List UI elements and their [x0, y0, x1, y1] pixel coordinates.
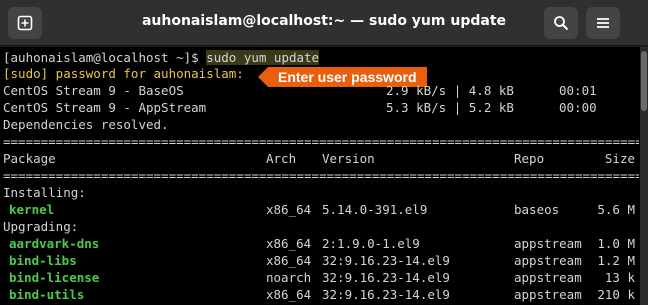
repo-row: CentOS Stream 9 - BaseOS 2.9 kB/s | 4.8 … — [3, 83, 597, 99]
pkg-size: 210 k — [597, 287, 635, 302]
col-version: Version — [322, 151, 375, 166]
title-bar: auhonaislam@localhost:~ — sudo yum updat… — [0, 0, 648, 46]
shell-prompt: [auhonaislam@localhost ~]$ — [3, 50, 207, 65]
pkg-repo: appstream — [514, 253, 582, 268]
pkg-arch: x86_64 — [266, 253, 312, 268]
table-row: kernel x86_64 5.14.0-391.el9 baseos 5.6 … — [3, 202, 639, 218]
close-button[interactable] — [628, 7, 648, 39]
search-icon — [553, 15, 569, 31]
col-repo: Repo — [514, 151, 545, 166]
hamburger-menu-icon — [596, 17, 610, 29]
pkg-arch: x86_64 — [266, 236, 312, 251]
pkg-repo: baseos — [514, 202, 560, 217]
pkg-size: 1.2 M — [597, 253, 635, 268]
table-row: aardvark-dns x86_64 2:1.9.0-1.el9 appstr… — [3, 236, 639, 252]
separator: ========================================… — [3, 134, 639, 149]
repo-time: 00:00 — [559, 100, 597, 115]
pkg-name: kernel — [9, 202, 55, 217]
pkg-version: 32:9.16.23-14.el9 — [322, 270, 450, 285]
pkg-repo: appstream — [514, 270, 582, 285]
pkg-size: 13 k — [604, 270, 635, 285]
table-row: bind-libs x86_64 32:9.16.23-14.el9 appst… — [3, 253, 639, 269]
pkg-version: 2:1.9.0-1.el9 — [322, 236, 420, 251]
col-package: Package — [3, 151, 56, 166]
pkg-version: 5.14.0-391.el9 — [322, 202, 428, 217]
command-line: [auhonaislam@localhost ~]$ sudo yum upda… — [3, 50, 320, 66]
table-row: bind-utils x86_64 32:9.16.23-14.el9 apps… — [3, 287, 639, 303]
sudo-prompt: [sudo] password for auhonaislam: — [3, 66, 244, 81]
repo-name: CentOS Stream 9 - AppStream — [3, 100, 207, 115]
repo-row: CentOS Stream 9 - AppStream 5.3 kB/s | 5… — [3, 100, 597, 116]
repo-name: CentOS Stream 9 - BaseOS — [3, 83, 184, 98]
repo-rate: 2.9 kB/s | 4.8 kB — [386, 83, 514, 98]
pkg-arch: x86_64 — [266, 202, 312, 217]
terminal-output[interactable]: [auhonaislam@localhost ~]$ sudo yum upda… — [0, 47, 640, 305]
pkg-name: bind-license — [9, 270, 100, 285]
pkg-version: 32:9.16.23-14.el9 — [322, 253, 450, 268]
menu-button[interactable] — [586, 7, 620, 39]
scrollbar[interactable] — [640, 47, 648, 305]
pkg-size: 5.6 M — [597, 202, 635, 217]
pkg-version: 32:9.16.23-14.el9 — [322, 287, 450, 302]
section-upgrading: Upgrading: — [3, 219, 79, 234]
pkg-size: 1.0 M — [597, 236, 635, 251]
repo-time: 00:01 — [559, 83, 597, 98]
pkg-repo: appstream — [514, 236, 582, 251]
pkg-arch: noarch — [266, 270, 312, 285]
pkg-name: bind-libs — [9, 253, 77, 268]
table-row: bind-license noarch 32:9.16.23-14.el9 ap… — [3, 270, 639, 286]
separator: ========================================… — [3, 168, 639, 183]
col-size: Size — [604, 151, 635, 166]
command-text: sudo yum update — [206, 50, 320, 65]
deps-resolved: Dependencies resolved. — [3, 117, 169, 132]
search-button[interactable] — [544, 7, 578, 39]
pkg-arch: x86_64 — [266, 287, 312, 302]
col-arch: Arch — [266, 151, 297, 166]
repo-rate: 5.3 kB/s | 5.2 kB — [386, 100, 514, 115]
pkg-name: bind-utils — [9, 287, 85, 302]
scrollbar-thumb[interactable] — [641, 51, 647, 111]
pkg-name: aardvark-dns — [9, 236, 100, 251]
section-installing: Installing: — [3, 185, 86, 200]
pkg-repo: appstream — [514, 287, 582, 302]
table-header: Package Arch Version Repo Size — [3, 151, 639, 167]
callout-arrow — [258, 67, 268, 87]
